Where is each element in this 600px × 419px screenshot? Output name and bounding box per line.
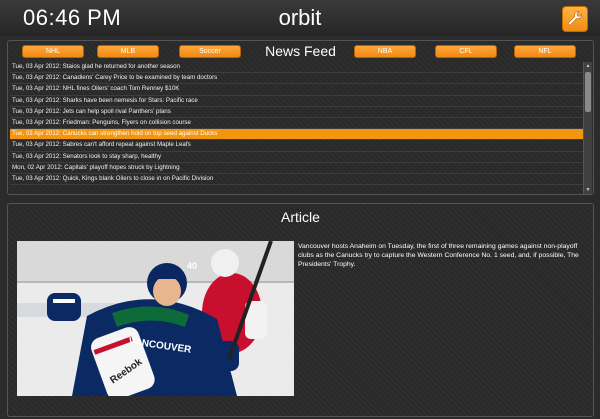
feed-item[interactable]: Tue, 03 Apr 2012: Canucks can strengthen…	[10, 129, 583, 141]
feed-item[interactable]: Tue, 03 Apr 2012: NHL fines Oilers' coac…	[10, 84, 583, 96]
category-button-cfl[interactable]: CFL	[435, 45, 497, 58]
news-feed-panel: NHL MLB Soccer News Feed NBA CFL NFL Tue…	[7, 40, 594, 195]
scroll-down-icon[interactable]: ▼	[584, 186, 592, 194]
settings-button[interactable]	[562, 6, 588, 32]
feed-title: News Feed	[265, 43, 336, 59]
top-bar: 06:46 PM orbit	[0, 0, 600, 36]
scroll-up-icon[interactable]: ▲	[584, 62, 592, 70]
article-title: Article	[281, 209, 320, 225]
feed-item[interactable]: Tue, 03 Apr 2012: Sharks have been nemes…	[10, 96, 583, 107]
category-button-nfl[interactable]: NFL	[514, 45, 576, 58]
feed-list: Tue, 03 Apr 2012: Staios glad he returne…	[10, 62, 583, 194]
scroll-thumb[interactable]	[585, 72, 591, 112]
wrench-icon	[568, 11, 583, 26]
feed-item[interactable]: Tue, 03 Apr 2012: Quick, Kings blank Oil…	[10, 174, 583, 186]
feed-item[interactable]: Tue, 03 Apr 2012: Canadiens' Carey Price…	[10, 73, 583, 85]
app-title: orbit	[278, 5, 322, 30]
category-button-nhl[interactable]: NHL	[22, 45, 84, 58]
feed-header: NHL MLB Soccer News Feed NBA CFL NFL	[8, 41, 593, 63]
article-photo: VANCOUVER 40 Reebok	[17, 241, 294, 396]
feed-scrollbar[interactable]: ▲ ▼	[583, 62, 592, 194]
feed-item[interactable]: Tue, 03 Apr 2012: Senators look to stay …	[10, 152, 583, 163]
feed-item[interactable]: Tue, 03 Apr 2012: Jets can help spoil ri…	[10, 107, 583, 118]
feed-item[interactable]: Tue, 03 Apr 2012: Staios glad he returne…	[10, 62, 583, 74]
feed-item[interactable]: Tue, 03 Apr 2012: Friedman: Penguins, Fl…	[10, 118, 583, 130]
article-panel: Article VANCOUVER 40 Reebok Vancouver ho…	[7, 203, 594, 417]
category-button-mlb[interactable]: MLB	[97, 45, 159, 58]
svg-text:40: 40	[187, 261, 197, 271]
feed-item[interactable]: Mon, 02 Apr 2012: Capitals' playoff hope…	[10, 163, 583, 174]
category-button-soccer[interactable]: Soccer	[179, 45, 241, 58]
category-button-nba[interactable]: NBA	[354, 45, 416, 58]
article-body: Vancouver hosts Anaheim on Tuesday, the …	[298, 243, 579, 268]
feed-item[interactable]: Tue, 03 Apr 2012: Sabres can't afford re…	[10, 140, 583, 152]
